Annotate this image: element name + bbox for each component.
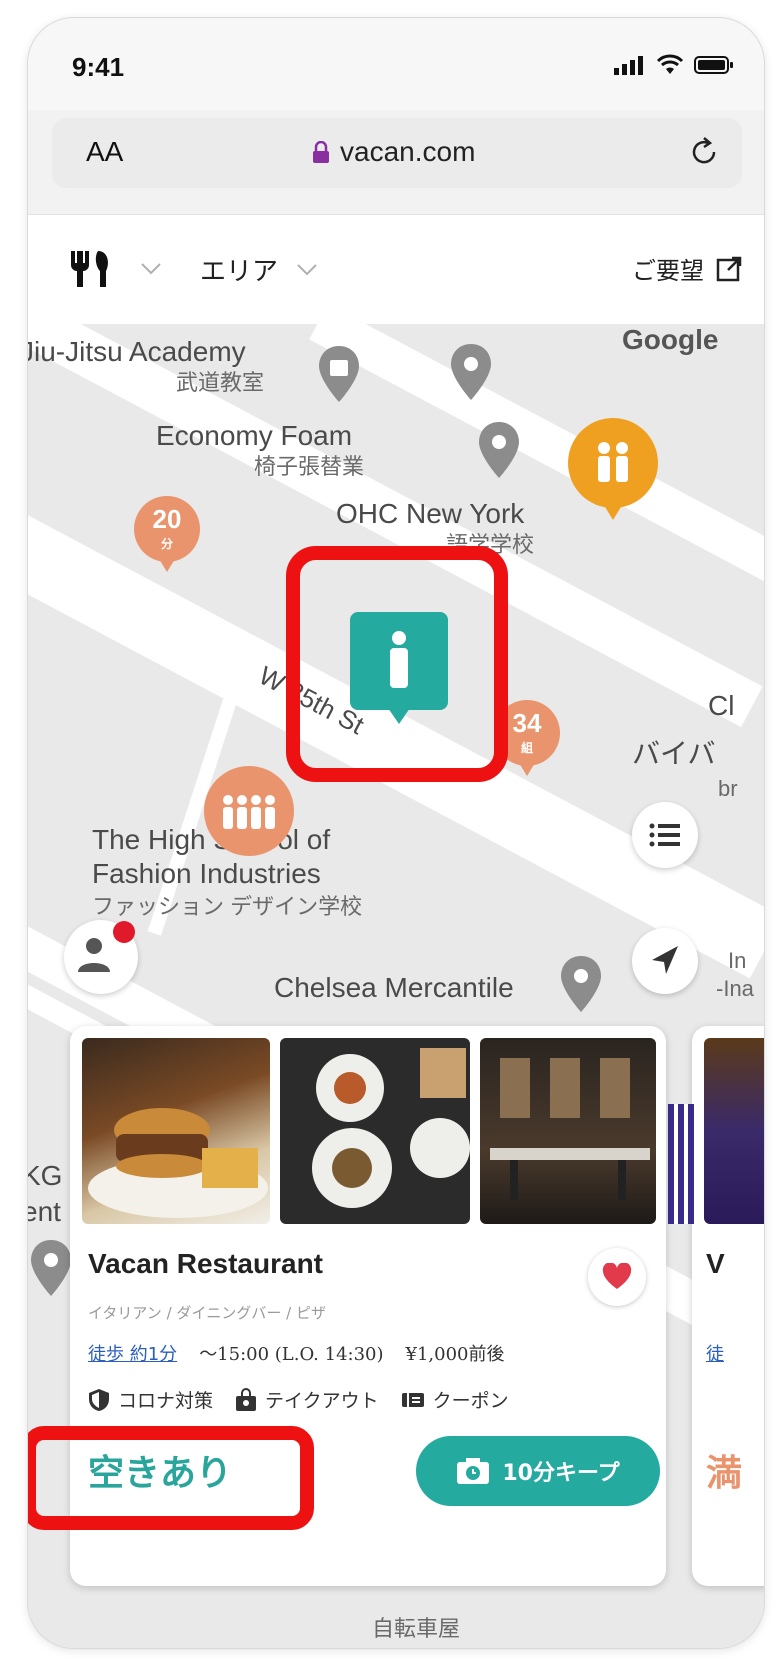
feature-badges: コロナ対策 テイクアウト クーポン xyxy=(88,1386,509,1413)
map-poi-pin xyxy=(561,956,601,1012)
request-link[interactable]: ご要望 xyxy=(632,251,742,286)
heart-icon xyxy=(602,1263,632,1289)
map-label-kg: KG xyxy=(28,1160,63,1191)
url-text: vacan.com xyxy=(340,136,476,167)
restaurant-name[interactable]: Vacan Restaurant xyxy=(88,1248,323,1280)
map-label-bybyb: バイバ xyxy=(632,738,716,769)
next-card-status-initial: 満 xyxy=(706,1453,743,1494)
map-label-ina: -Ina xyxy=(716,976,754,1001)
status-time: 9:41 xyxy=(72,52,125,82)
map-label-google: Google xyxy=(622,324,719,355)
wait-time-unit: 分 xyxy=(160,537,173,551)
crowd-pin-amber[interactable] xyxy=(568,418,658,520)
browser-address-bar[interactable]: AA vacan.com xyxy=(52,118,742,188)
wifi-icon xyxy=(656,54,684,74)
street-view-button[interactable] xyxy=(64,920,138,994)
map-label-jiu-jitsu-sub: 武道教室 xyxy=(176,370,265,395)
group-people-icon xyxy=(223,795,275,829)
restaurant-genre: イタリアン / ダイニングバー / ピザ xyxy=(88,1304,326,1322)
dishes-photo-graphic xyxy=(312,1048,470,1208)
status-icons xyxy=(614,54,734,76)
highlight-box-selected-pin xyxy=(286,546,508,782)
map-poi-pin xyxy=(31,1240,71,1296)
app-nav-bar: エリア ご要望 xyxy=(28,214,764,326)
request-label: ご要望 xyxy=(632,257,704,285)
camera-timer-icon xyxy=(457,1458,490,1484)
wait-time-value: 20 xyxy=(152,504,182,534)
fork-knife-icon xyxy=(71,251,108,287)
list-icon xyxy=(649,823,680,847)
business-hours: 〜15:00 (L.O. 14:30) xyxy=(199,1344,384,1365)
feature-coupon-label: クーポン xyxy=(432,1390,509,1412)
restaurant-photo-burger xyxy=(82,1038,270,1224)
next-card-walk-initial: 徒 xyxy=(706,1344,724,1365)
phone-frame: 9:41 AA vacan.com エリア ご要望 Jiu-Jitsu Acad… xyxy=(28,18,764,1648)
price-range: ¥1,000前後 xyxy=(405,1344,505,1365)
map-label-jiu-jitsu: Jiu-Jitsu Academy xyxy=(28,336,246,367)
url-display[interactable]: vacan.com xyxy=(312,136,475,168)
chevron-down-icon xyxy=(297,263,317,275)
text-size-button[interactable]: AA xyxy=(86,136,123,168)
restaurant-photo-dishes xyxy=(280,1038,470,1224)
map-label-chelsea: Chelsea Mercantile xyxy=(274,972,514,1003)
map-label-ent: ent xyxy=(28,1196,61,1227)
area-label: エリア xyxy=(200,257,279,287)
reload-icon[interactable] xyxy=(686,134,722,170)
map-label-ohc: OHC New York xyxy=(336,498,525,529)
category-filter-button[interactable] xyxy=(68,249,162,289)
feature-takeout-label: テイクアウト xyxy=(265,1390,379,1412)
map-poi-pin xyxy=(319,346,359,402)
map-label-ch: Cl xyxy=(708,690,735,721)
interior-photo-graphic xyxy=(490,1058,650,1200)
map-poi-pin xyxy=(451,344,491,400)
feature-takeout: テイクアウト xyxy=(235,1386,379,1413)
favorite-button[interactable] xyxy=(588,1248,646,1306)
map-label-fashion: Fashion Industries xyxy=(92,858,321,889)
restaurant-photo-interior xyxy=(480,1038,656,1224)
map-label-economy-foam-sub: 椅子張替業 xyxy=(254,454,365,479)
lock-icon xyxy=(313,141,329,163)
highlight-box-availability xyxy=(28,1426,314,1530)
map-view[interactable]: Jiu-Jitsu Academy 武道教室 Economy Foam 椅子張替… xyxy=(28,324,764,1648)
map-poi-pin xyxy=(479,422,519,478)
next-card-photo xyxy=(704,1038,764,1224)
list-view-button[interactable] xyxy=(632,802,698,868)
current-location-button[interactable] xyxy=(632,928,698,994)
map-label-br: br xyxy=(718,776,738,801)
map-label-inl: In xyxy=(728,948,747,973)
card-gap-decoration xyxy=(668,1104,698,1224)
coupon-icon xyxy=(401,1392,424,1407)
feature-coupon: クーポン xyxy=(401,1386,509,1413)
map-label-economy-foam: Economy Foam xyxy=(156,420,353,451)
restaurant-card-next[interactable]: V 徒 満 xyxy=(692,1026,764,1586)
battery-icon xyxy=(694,56,733,74)
restaurant-info-row: 徒歩 約1分 〜15:00 (L.O. 14:30) ¥1,000前後 xyxy=(88,1340,505,1366)
map-label-fashion-sub: ファッション デザイン学校 xyxy=(92,894,363,919)
wait-time-pin-20[interactable]: 20 分 xyxy=(134,496,200,572)
feature-covid-label: コロナ対策 xyxy=(118,1390,214,1412)
map-label-bicycle: 自転車屋 xyxy=(372,1616,461,1641)
takeout-bag-icon xyxy=(236,1387,257,1411)
keep-button-label: 10分キープ xyxy=(502,1461,620,1486)
shield-icon xyxy=(89,1388,109,1411)
burger-photo-graphic xyxy=(88,1108,268,1218)
signal-icon xyxy=(614,56,643,75)
two-people-icon xyxy=(598,442,628,482)
crowd-pin-salmon[interactable] xyxy=(204,766,294,856)
navigation-arrow-icon xyxy=(652,946,678,974)
next-card-name-initial: V xyxy=(706,1248,725,1279)
street-view-person-icon xyxy=(78,921,135,972)
area-filter-button[interactable]: エリア xyxy=(200,251,318,288)
feature-covid: コロナ対策 xyxy=(88,1386,213,1413)
chevron-down-icon xyxy=(141,263,161,275)
walk-time-link[interactable]: 徒歩 約1分 xyxy=(88,1340,177,1366)
external-link-icon xyxy=(716,256,742,281)
keep-10min-button[interactable]: 10分キープ xyxy=(416,1436,660,1506)
status-bar: 9:41 xyxy=(28,18,764,110)
